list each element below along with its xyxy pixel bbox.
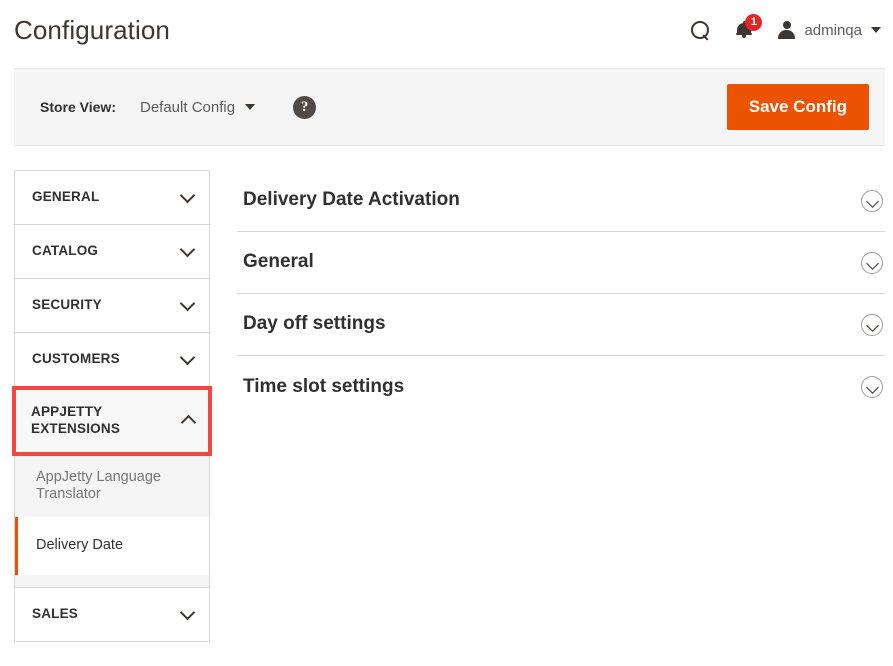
chevron-down-icon [179,604,196,621]
accordion-day-off-settings[interactable]: Day off settings [237,294,885,356]
sidebar-item-customers[interactable]: CUSTOMERS [15,333,209,386]
notifications-button[interactable]: 1 [736,14,763,39]
accordion-title: Time slot settings [243,375,405,397]
sidebar-item-label: GENERAL [32,189,100,205]
help-question-icon[interactable]: ? [293,95,317,119]
save-config-button[interactable]: Save Config [726,83,869,131]
chevron-down-icon [179,187,196,204]
sidebar-item-label: SALES [32,606,79,622]
page-title: Configuration [14,15,170,45]
store-view-value: Default Config [140,98,236,116]
sidebar-submenu: AppJetty Language Translator Delivery Da… [14,454,210,575]
chevron-down-icon [179,295,196,312]
chevron-down-icon [179,241,196,258]
user-menu[interactable]: adminqa [778,21,881,39]
page-header: Configuration 1 adminqa [0,0,893,60]
header-tools: 1 adminqa [691,14,883,40]
accordion-general[interactable]: General [237,232,885,294]
chevron-down-icon [179,349,196,366]
sidebar-subitem-delivery-date[interactable]: Delivery Date [15,516,209,575]
sidebar-section-sales: SALES [14,586,210,642]
store-view-bar: Store View: Default Config ? Save Config [14,68,885,146]
chevron-down-circle-icon [861,251,883,274]
user-name: adminqa [804,21,862,39]
caret-down-icon [245,104,256,110]
sidebar-item-catalog[interactable]: CATALOG [15,225,209,278]
chevron-up-icon [180,415,197,431]
sidebar-item-label: SECURITY [32,297,102,313]
sidebar-section-security: SECURITY [14,278,210,332]
sidebar-item-label: APPJETTY EXTENSIONS [31,404,121,436]
sidebar-item-label: CUSTOMERS [32,351,120,367]
notification-badge: 1 [745,14,763,31]
accordion-time-slot-settings[interactable]: Time slot settings [237,356,885,418]
content-wrapper: GENERAL CATALOG SECURITY CUSTOMERS APPJE… [0,146,893,642]
accordion-title: Delivery Date Activation [243,189,460,211]
sidebar-subitem-appjetty-language-translator[interactable]: AppJetty Language Translator [15,455,209,517]
store-view-label: Store View: [40,99,116,115]
sidebar-item-security[interactable]: SECURITY [15,279,209,332]
config-nav: GENERAL CATALOG SECURITY CUSTOMERS APPJE… [12,170,212,642]
sidebar-item-label: CATALOG [32,243,99,259]
chevron-down-circle-icon [861,376,883,398]
chevron-down-circle-icon [861,189,883,212]
caret-down-icon [871,27,881,33]
accordion-delivery-date-activation[interactable]: Delivery Date Activation [237,170,885,232]
sidebar-subitem-label: AppJetty Language Translator [36,468,161,502]
sidebar-section-general: GENERAL [14,170,210,224]
store-view-switcher[interactable]: Default Config [140,98,256,116]
sidebar-section-customers: CUSTOMERS [14,332,210,386]
chevron-down-circle-icon [861,313,883,336]
sidebar-item-general[interactable]: GENERAL [15,171,209,224]
user-avatar-icon [778,21,796,39]
accordion-title: General [243,251,314,273]
sidebar-section-catalog: CATALOG [14,224,210,278]
sidebar-item-sales[interactable]: SALES [15,587,209,641]
sidebar-subitem-label: Delivery Date [36,537,124,554]
search-button[interactable] [691,20,710,40]
sidebar-submenu-tail [14,574,210,587]
sidebar-item-appjetty-extensions[interactable]: APPJETTY EXTENSIONS [14,388,210,454]
accordion-title: Day off settings [243,313,386,335]
config-main-panel: Delivery Date Activation General Day off… [210,170,893,418]
sidebar-section-appjetty-extensions: APPJETTY EXTENSIONS [12,386,212,456]
search-icon [691,20,710,40]
